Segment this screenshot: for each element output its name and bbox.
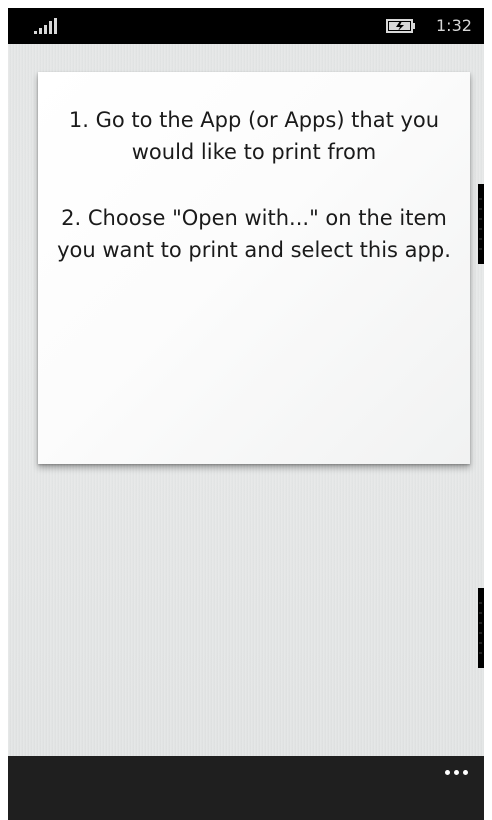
instructions-card: 1. Go to the App (or Apps) that you woul… (38, 72, 470, 464)
phone-screen: 1:32 1. Go to the App (or Apps) that you… (8, 8, 484, 820)
signal-strength-icon (34, 18, 57, 34)
instruction-step-2: 2. Choose "Open with..." on the item you… (57, 206, 451, 262)
instruction-step-1: 1. Go to the App (or Apps) that you woul… (68, 108, 440, 164)
more-options-button[interactable] (438, 760, 474, 784)
status-bar: 1:32 (8, 8, 484, 44)
ellipsis-icon (462, 769, 468, 775)
ellipsis-icon (453, 769, 459, 775)
edge-tab-bottom (478, 588, 484, 668)
ellipsis-icon (444, 769, 450, 775)
battery-charging-icon (386, 19, 415, 33)
main-content: 1. Go to the App (or Apps) that you woul… (8, 44, 484, 756)
app-bar (8, 756, 484, 820)
edge-tab-top (478, 184, 484, 264)
status-time: 1:32 (436, 16, 472, 35)
